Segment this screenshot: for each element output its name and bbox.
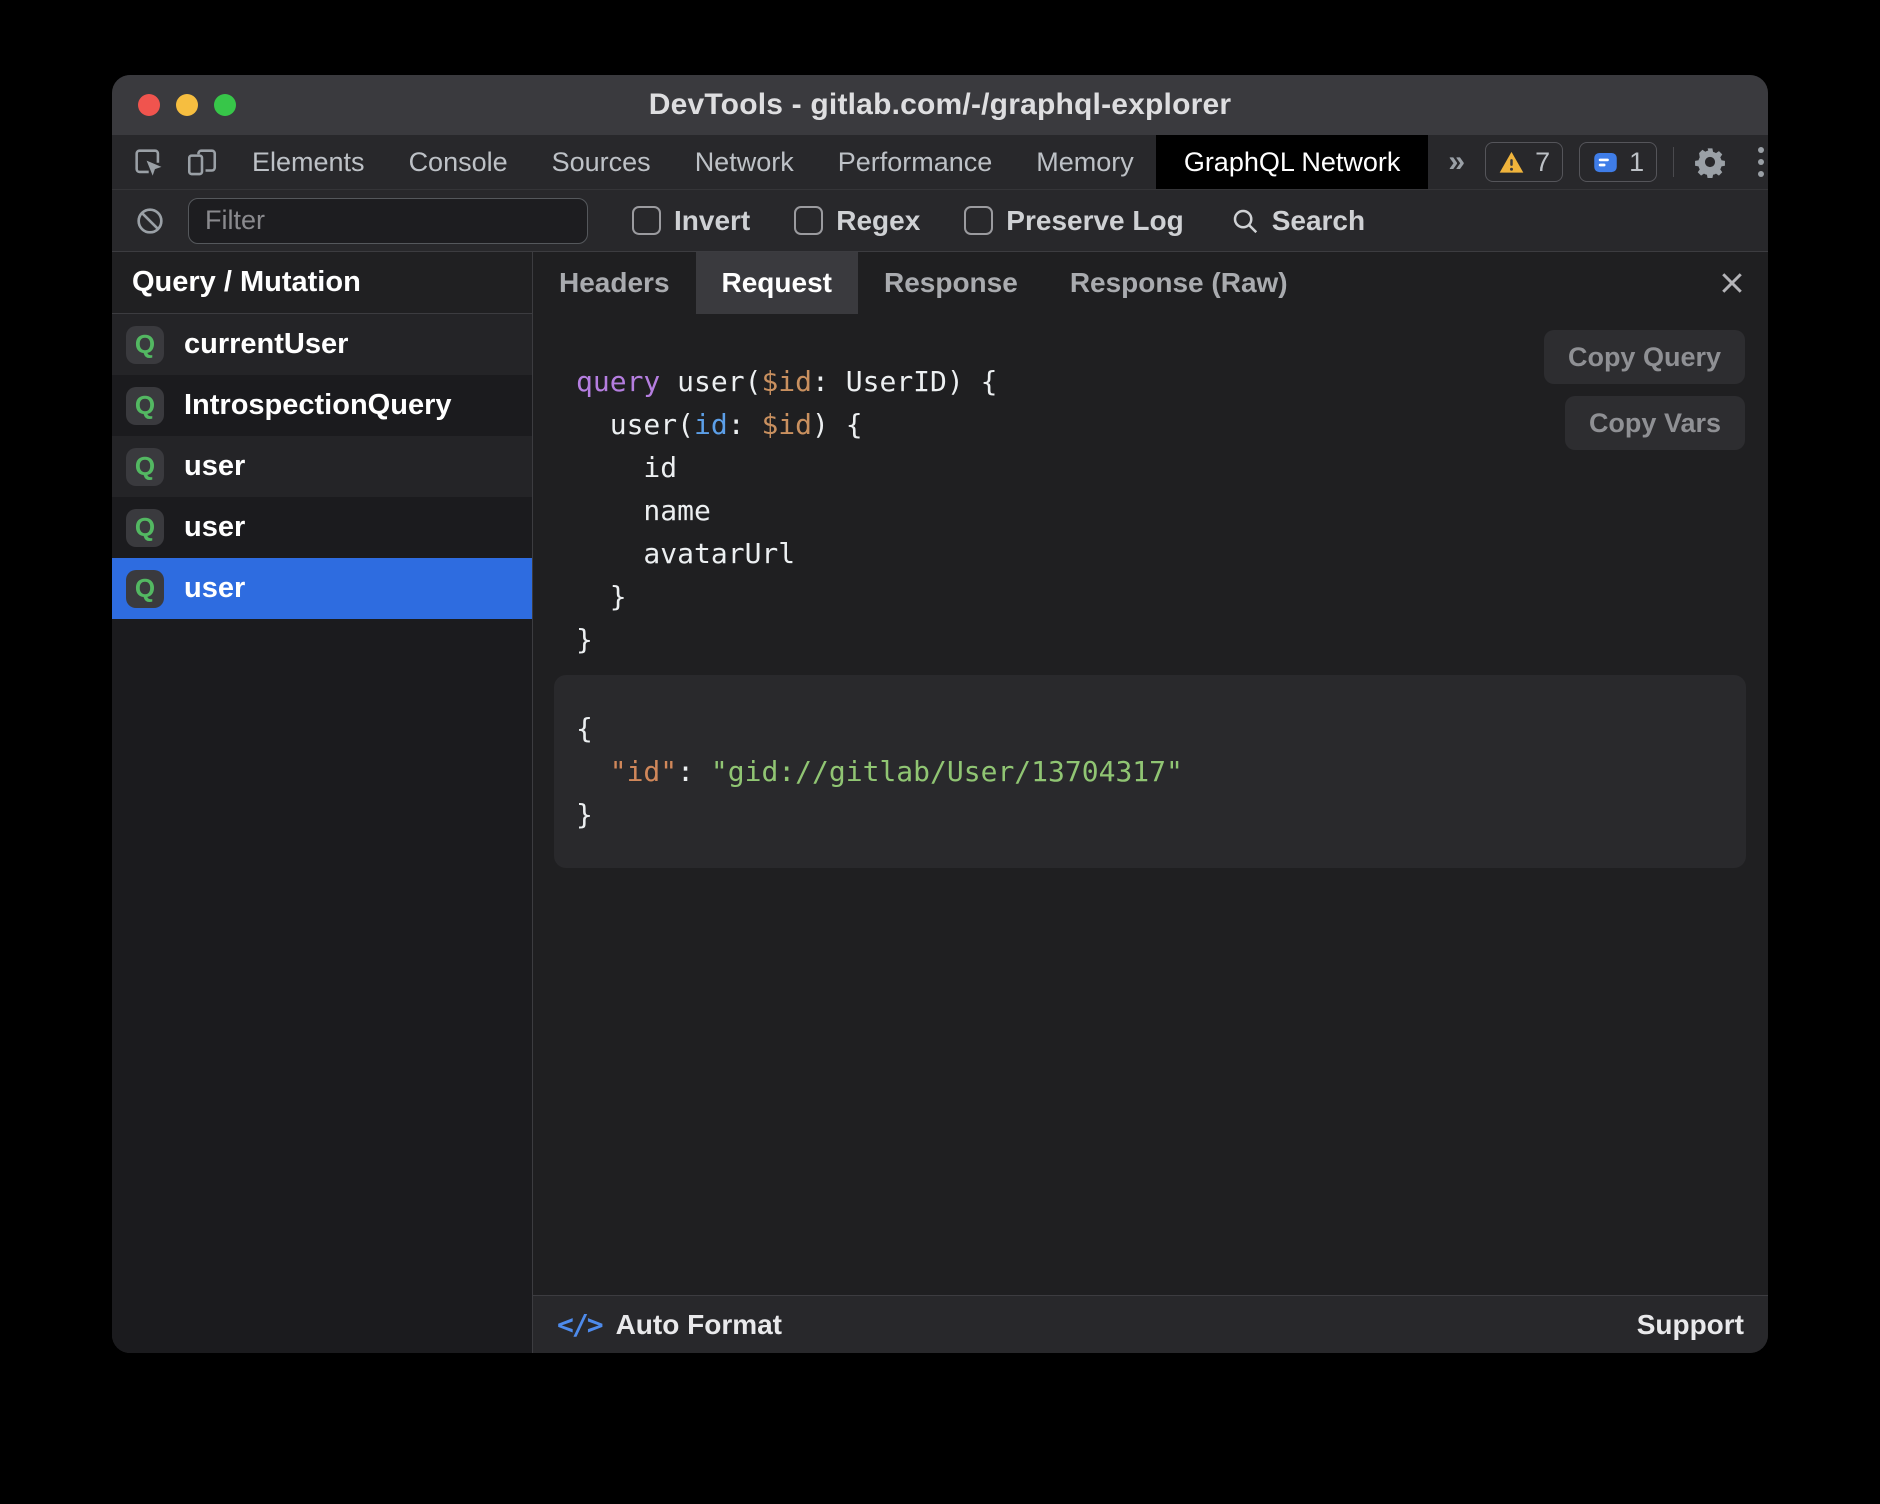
filter-input[interactable] bbox=[188, 198, 588, 244]
close-detail-button[interactable] bbox=[1696, 252, 1768, 314]
toolbar-right-separator bbox=[1673, 147, 1674, 177]
preserve-log-checkbox[interactable] bbox=[964, 206, 993, 235]
list-item-user-selected[interactable]: Q user bbox=[112, 558, 532, 619]
warnings-count: 7 bbox=[1535, 147, 1550, 178]
copy-query-button[interactable]: Copy Query bbox=[1544, 330, 1745, 384]
message-icon bbox=[1592, 149, 1619, 176]
detail-tabs: Headers Request Response Response (Raw) bbox=[533, 252, 1768, 314]
warning-icon bbox=[1498, 149, 1525, 176]
variables-json-code: { "id": "gid://gitlab/User/13704317"} bbox=[576, 707, 1746, 836]
tab-headers[interactable]: Headers bbox=[533, 252, 696, 314]
list-item-user-2[interactable]: Q user bbox=[112, 497, 532, 558]
invert-checkbox-group[interactable]: Invert bbox=[632, 205, 750, 237]
issues-badge[interactable]: 1 bbox=[1579, 142, 1657, 182]
list-item-introspectionquery[interactable]: Q IntrospectionQuery bbox=[112, 375, 532, 436]
request-content: query user($id: UserID) { user(id: $id) … bbox=[533, 314, 1768, 1295]
search-icon bbox=[1230, 206, 1260, 236]
query-type-badge: Q bbox=[126, 326, 164, 364]
support-link[interactable]: Support bbox=[1637, 1309, 1744, 1341]
window-title: DevTools - gitlab.com/-/graphql-explorer bbox=[112, 88, 1768, 122]
close-icon bbox=[1717, 268, 1747, 298]
variables-panel: { "id": "gid://gitlab/User/13704317"} bbox=[554, 675, 1746, 868]
copy-vars-button[interactable]: Copy Vars bbox=[1565, 396, 1745, 450]
invert-label: Invert bbox=[674, 205, 750, 237]
tab-network[interactable]: Network bbox=[673, 135, 816, 189]
kebab-menu-icon[interactable] bbox=[1746, 147, 1768, 177]
titlebar: DevTools - gitlab.com/-/graphql-explorer bbox=[112, 75, 1768, 135]
search-control[interactable]: Search bbox=[1230, 205, 1365, 237]
device-toolbar-icon[interactable] bbox=[182, 142, 222, 182]
query-list-empty-area bbox=[112, 619, 532, 1353]
tab-graphql-network[interactable]: GraphQL Network bbox=[1156, 135, 1429, 189]
issues-count: 1 bbox=[1629, 147, 1644, 178]
list-item-user-1[interactable]: Q user bbox=[112, 436, 532, 497]
preserve-log-checkbox-group[interactable]: Preserve Log bbox=[964, 205, 1183, 237]
warnings-badge[interactable]: 7 bbox=[1485, 142, 1563, 182]
query-list-header: Query / Mutation bbox=[112, 252, 532, 314]
regex-label: Regex bbox=[836, 205, 920, 237]
devtools-toolbar: Elements Console Sources Network Perform… bbox=[112, 135, 1768, 190]
query-type-badge: Q bbox=[126, 448, 164, 486]
panel-tabs: Elements Console Sources Network Perform… bbox=[230, 135, 1428, 189]
tab-memory[interactable]: Memory bbox=[1014, 135, 1156, 189]
auto-format-label: Auto Format bbox=[616, 1309, 782, 1341]
preserve-log-label: Preserve Log bbox=[1006, 205, 1183, 237]
tab-elements[interactable]: Elements bbox=[230, 135, 387, 189]
tab-request[interactable]: Request bbox=[696, 252, 858, 314]
tab-console[interactable]: Console bbox=[387, 135, 530, 189]
auto-format-button[interactable]: </> Auto Format bbox=[557, 1308, 782, 1341]
tab-response-raw[interactable]: Response (Raw) bbox=[1044, 252, 1314, 314]
tab-response[interactable]: Response bbox=[858, 252, 1044, 314]
gear-icon[interactable] bbox=[1690, 142, 1730, 182]
devtools-window: DevTools - gitlab.com/-/graphql-explorer… bbox=[112, 75, 1768, 1353]
query-list-panel: Query / Mutation Q currentUser Q Introsp… bbox=[112, 252, 533, 1353]
query-type-badge: Q bbox=[126, 387, 164, 425]
request-detail-panel: Headers Request Response Response (Raw) … bbox=[533, 252, 1768, 1353]
tab-performance[interactable]: Performance bbox=[816, 135, 1015, 189]
detail-footer: </> Auto Format Support bbox=[533, 1295, 1768, 1353]
filter-bar: Invert Regex Preserve Log Search bbox=[112, 190, 1768, 252]
clear-icon[interactable] bbox=[130, 201, 170, 241]
list-item-currentuser[interactable]: Q currentUser bbox=[112, 314, 532, 375]
query-type-badge: Q bbox=[126, 509, 164, 547]
regex-checkbox[interactable] bbox=[794, 206, 823, 235]
more-tabs-icon[interactable]: » bbox=[1428, 135, 1485, 189]
code-brackets-icon: </> bbox=[557, 1308, 602, 1341]
query-type-badge: Q bbox=[126, 570, 164, 608]
search-label: Search bbox=[1272, 205, 1365, 237]
tab-sources[interactable]: Sources bbox=[530, 135, 673, 189]
inspect-element-icon[interactable] bbox=[128, 142, 168, 182]
invert-checkbox[interactable] bbox=[632, 206, 661, 235]
regex-checkbox-group[interactable]: Regex bbox=[794, 205, 920, 237]
